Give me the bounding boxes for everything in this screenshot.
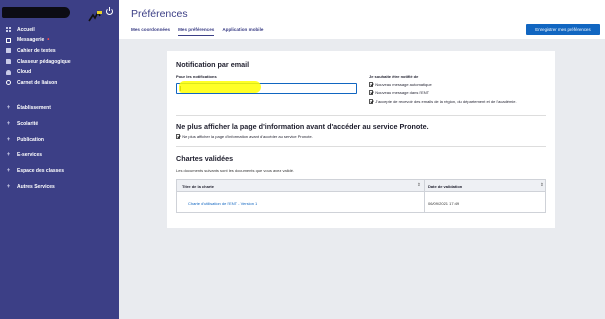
grid-icon: [6, 27, 11, 33]
option-message-auto[interactable]: Nouveau message automatique: [369, 82, 432, 87]
power-icon[interactable]: [106, 6, 113, 15]
option-message-ent[interactable]: Nouveau message dans l'ENT: [369, 90, 429, 95]
option-label: Ne plus afficher la page d'information a…: [182, 134, 313, 139]
yellow-highlight-mark: [179, 81, 261, 93]
sidebar-item-accueil[interactable]: Accueil: [0, 25, 119, 36]
sidebar-section-label: Autres Services: [17, 183, 55, 190]
sidebar-item-label: Cahier de textes: [17, 47, 56, 54]
sidebar: Accueil Messagerie • Cahier de textes Cl…: [0, 0, 119, 319]
notification-heading: Notification par email: [176, 60, 250, 69]
sidebar-section-label: E-services: [17, 152, 43, 159]
checkbox-checked-icon[interactable]: [369, 82, 374, 87]
envelope-icon: [6, 37, 11, 43]
chartes-heading: Chartes validées: [176, 154, 234, 163]
checkbox-checked-icon[interactable]: [176, 134, 181, 139]
clock-icon: [6, 80, 11, 86]
pronote-heading: Ne plus afficher la page d'information a…: [176, 122, 429, 131]
validation-date: 06/09/2021 17:49: [428, 201, 460, 206]
column-separator: [424, 180, 425, 212]
plus-icon: +: [6, 120, 11, 127]
sidebar-item-carnet[interactable]: Carnet de liaison: [0, 77, 119, 88]
sidebar-section-espace-classes[interactable]: + Espace des classes: [0, 163, 119, 179]
option-label: Nouveau message automatique: [375, 82, 432, 87]
sidebar-item-label: Carnet de liaison: [17, 79, 58, 86]
tab-preferences[interactable]: Mes préférences: [178, 27, 215, 36]
notify-label: Je souhaite être notifié de: [369, 74, 419, 79]
email-label: Pour les notifications: [176, 74, 217, 79]
sidebar-section-label: Espace des classes: [17, 168, 64, 175]
column-header-titre[interactable]: Titre de la charte: [182, 184, 214, 189]
sidebar-item-cahier[interactable]: Cahier de textes: [0, 46, 119, 57]
checkbox-checked-icon[interactable]: [369, 99, 374, 104]
option-emails-region[interactable]: J'accepte de recevoir des emails de la r…: [369, 99, 517, 104]
plus-icon: +: [6, 104, 11, 111]
avatar-scribble: [88, 10, 102, 22]
option-label: Nouveau message dans l'ENT: [375, 90, 430, 95]
sidebar-item-cloud[interactable]: Cloud: [0, 67, 119, 78]
plus-icon: +: [6, 152, 11, 159]
sidebar-section-publication[interactable]: + Publication: [0, 132, 119, 148]
sidebar-section-label: Établissement: [17, 104, 51, 111]
save-preferences-button[interactable]: Enregistrer mes préférences: [526, 24, 600, 35]
sidebar-section-etablissement[interactable]: + Établissement: [0, 100, 119, 116]
tab-coordonnees[interactable]: Mes coordonnées: [131, 27, 170, 36]
sidebar-section-eservices[interactable]: + E-services: [0, 147, 119, 163]
plus-icon: +: [6, 183, 11, 190]
page-header: Préférences Mes coordonnées Mes préféren…: [119, 0, 605, 39]
table-header: Titre de la charte ⇕ Date de validation …: [177, 180, 545, 192]
sidebar-section-autres-services[interactable]: + Autres Services: [0, 179, 119, 195]
cloud-icon: [6, 69, 11, 75]
tab-bar: Mes coordonnées Mes préférences Applicat…: [131, 27, 263, 36]
sort-icon[interactable]: ⇕: [417, 182, 421, 187]
sidebar-section-label: Publication: [17, 136, 44, 143]
sidebar-item-label: Messagerie: [17, 37, 45, 44]
sidebar-item-label: Cloud: [17, 69, 32, 76]
sidebar-item-messagerie[interactable]: Messagerie •: [0, 35, 119, 46]
sidebar-item-classeur[interactable]: Classeur pédagogique: [0, 56, 119, 67]
divider: [176, 115, 546, 116]
sort-icon[interactable]: ⇕: [540, 182, 544, 187]
option-label: J'accepte de recevoir des emails de la r…: [375, 99, 517, 104]
plus-icon: +: [6, 136, 11, 143]
plus-icon: +: [6, 168, 11, 175]
redacted-username: [2, 7, 70, 18]
sidebar-section-scolarite[interactable]: + Scolarité: [0, 116, 119, 132]
option-pronote[interactable]: Ne plus afficher la page d'information a…: [176, 134, 313, 139]
preferences-card: Notification par email Pour les notifica…: [167, 51, 555, 228]
sidebar-header: [0, 0, 119, 22]
book-icon: [6, 48, 11, 54]
folder-icon: [6, 59, 11, 65]
sidebar-item-label: Classeur pédagogique: [17, 58, 71, 65]
divider: [176, 146, 546, 147]
checkbox-checked-icon[interactable]: [369, 90, 374, 95]
tab-application-mobile[interactable]: Application mobile: [222, 27, 263, 36]
column-header-date[interactable]: Date de validation: [428, 184, 462, 189]
page-title: Préférences: [131, 8, 188, 20]
chartes-table: Titre de la charte ⇕ Date de validation …: [176, 179, 546, 213]
charte-link[interactable]: Charte d'utilisation de l'ENT - Version …: [188, 201, 257, 206]
chartes-description: Les documents suivants sont les document…: [176, 168, 295, 173]
main-area: Préférences Mes coordonnées Mes préféren…: [119, 0, 605, 319]
sidebar-item-label: Accueil: [17, 26, 35, 33]
sidebar-section-label: Scolarité: [17, 120, 39, 127]
unread-dot: •: [47, 37, 50, 44]
